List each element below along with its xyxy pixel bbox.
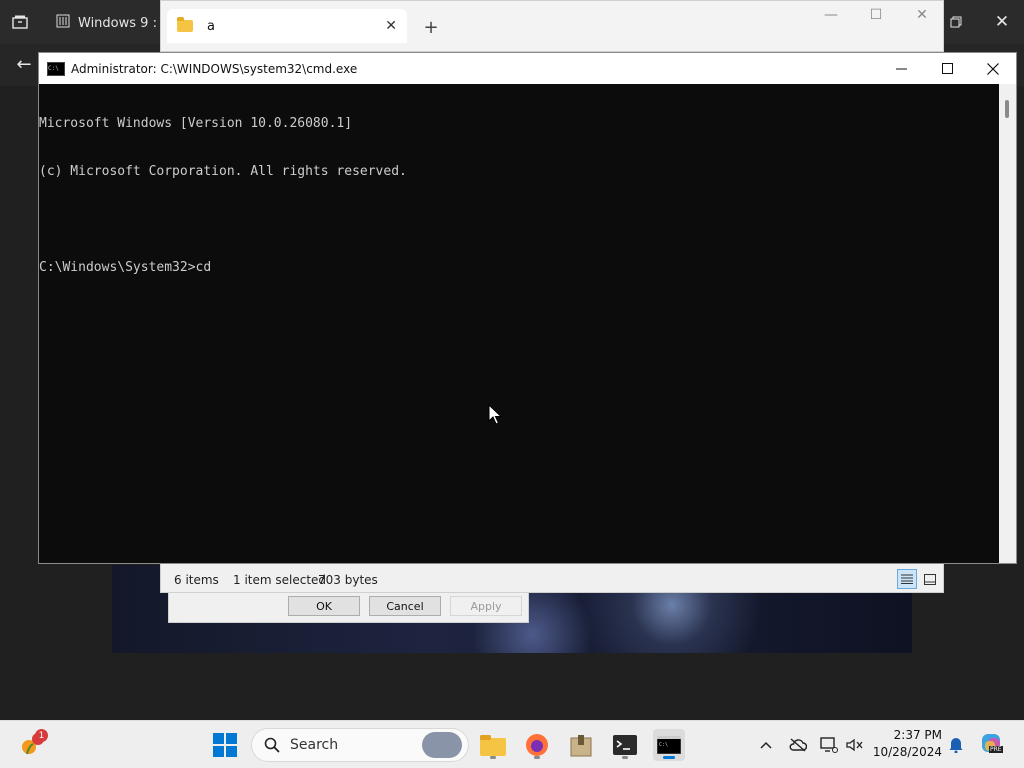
mouse-cursor-icon [488,403,503,426]
console-line: (c) Microsoft Corporation. All rights re… [39,164,407,179]
widgets-icon[interactable]: 1 [16,729,48,761]
network-icon[interactable] [819,735,839,755]
browser-tab[interactable]: Windows 9 : dils [44,6,183,40]
running-indicator [490,756,496,759]
restore-icon[interactable] [944,10,968,34]
file-explorer-taskbar-button[interactable] [477,729,509,761]
cmd-titlebar[interactable]: C:\ Administrator: C:\WINDOWS\system32\c… [39,53,1016,84]
search-highlight-icon [422,732,462,758]
vertical-scrollbar[interactable] [999,84,1016,563]
status-selected: 1 item selected [233,573,327,587]
scrollbar-thumb[interactable] [1005,100,1009,118]
close-tab-icon[interactable]: ✕ [385,18,397,34]
firefox-taskbar-button[interactable] [521,729,553,761]
console-output[interactable]: Microsoft Windows [Version 10.0.26080.1]… [39,84,999,563]
chevron-up-icon[interactable] [756,735,776,755]
arrow-left-icon[interactable]: ← [12,52,36,76]
search-box[interactable]: Search [251,728,469,762]
console-prompt-line[interactable]: C:\Windows\System32>cd [39,260,999,276]
minimize-icon[interactable]: — [819,5,843,25]
explorer-titlebar: a ✕ + — ☐ ✕ [160,0,944,52]
cloud-off-icon[interactable] [788,735,808,755]
copilot-badge: PRE [989,746,1003,753]
folder-icon [480,735,506,756]
running-indicator [534,756,540,759]
archive-app-taskbar-button[interactable] [565,729,597,761]
terminal-icon [613,735,637,755]
notification-badge: 1 [35,729,48,742]
windows-logo-icon [213,733,237,757]
cmd-title: Administrator: C:\WINDOWS\system32\cmd.e… [71,61,358,76]
package-icon [570,735,592,757]
cancel-button[interactable]: Cancel [369,596,441,616]
cmd-taskbar-button[interactable]: C:\ [653,729,685,761]
maximize-icon[interactable]: ☐ [864,5,888,25]
firefox-icon [526,734,548,756]
folder-icon [177,17,193,32]
apply-button[interactable]: Apply [450,596,522,616]
details-view-icon[interactable] [897,569,917,589]
cmd-icon: C:\ [657,736,681,754]
explorer-status-bar: 6 items 1 item selected 703 bytes [160,563,944,593]
svg-text:C:\: C:\ [659,742,668,748]
page-icon [56,14,70,32]
explorer-tab[interactable]: a ✕ [167,9,407,43]
ok-button[interactable]: OK [288,596,360,616]
clock-time: 2:37 PM [893,728,942,742]
search-label: Search [290,737,339,753]
minimize-icon[interactable] [878,53,924,84]
running-indicator [622,756,628,759]
large-icons-view-icon[interactable] [920,569,940,589]
copilot-icon[interactable]: PRE [980,732,1004,756]
close-icon[interactable] [970,53,1016,84]
volume-muted-icon[interactable] [845,735,865,755]
cmd-window[interactable]: C:\ Administrator: C:\WINDOWS\system32\c… [38,52,1017,564]
new-tab-button[interactable]: + [419,15,443,39]
explorer-tab-title: a [207,18,215,34]
active-indicator [663,756,675,759]
bell-icon[interactable] [946,735,966,755]
maximize-icon[interactable] [924,53,970,84]
tab-actions-icon[interactable] [8,10,32,34]
status-item-count: 6 items [174,573,219,587]
cmd-app-icon[interactable]: C:\ [47,61,65,76]
system-clock[interactable]: 2:37 PM 10/28/2024 [872,727,942,761]
search-icon [264,737,280,753]
properties-dialog-buttons: OK Cancel Apply [168,592,529,623]
clock-date: 10/28/2024 [872,745,942,759]
close-icon[interactable]: ✕ [990,10,1014,34]
close-icon[interactable]: ✕ [910,5,934,25]
console-line: Microsoft Windows [Version 10.0.26080.1] [39,116,353,131]
start-button[interactable] [209,729,241,761]
status-size: 703 bytes [318,573,378,587]
terminal-taskbar-button[interactable] [609,729,641,761]
taskbar: 1 Search C:\ 2:37 PM 10/28/2024 PRE [0,720,1024,768]
